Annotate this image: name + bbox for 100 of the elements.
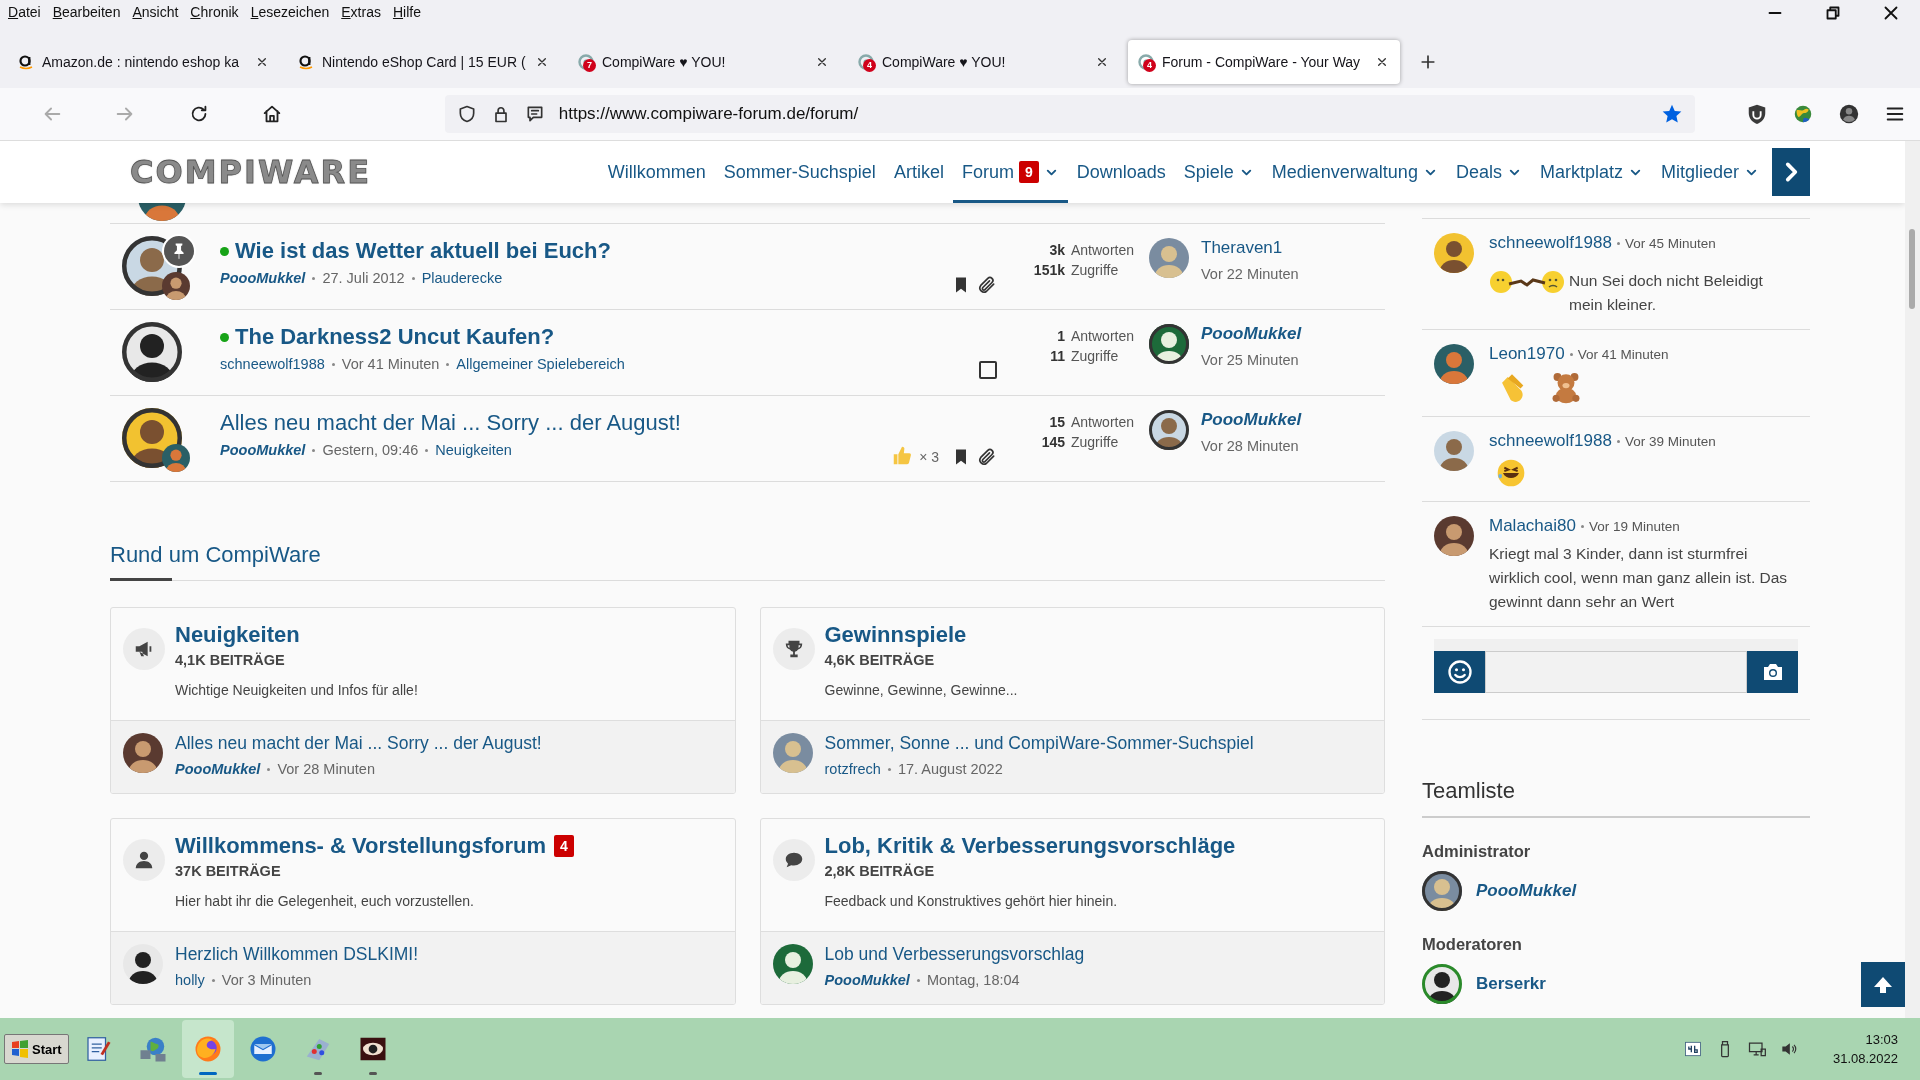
avatar[interactable]	[1434, 344, 1474, 384]
nav-label: Sommer-Suchspiel	[723, 161, 876, 183]
username-link[interactable]: Malachai80	[1489, 516, 1576, 536]
nav-tab[interactable]: Spiele	[1174, 141, 1263, 203]
post-count: 4,6K BEITRÄGE	[824, 652, 936, 668]
username-link[interactable]: PoooMukkel	[1201, 324, 1302, 344]
username-link[interactable]: holly	[175, 972, 205, 988]
browser-tab[interactable]: 4 Forum - CompiWare - Your Way	[1128, 40, 1400, 84]
thread-title[interactable]: Wie ist das Wetter aktuell bei Euch?	[235, 238, 611, 264]
avatar[interactable]	[1422, 871, 1462, 911]
view-count: 151k	[1032, 262, 1065, 278]
avatar[interactable]	[1422, 964, 1462, 1004]
username-link[interactable]: Theraven1	[1201, 238, 1299, 258]
nav-tab[interactable]: Sommer-Suchspiel	[714, 141, 885, 203]
tab-title: Nintendo eShop Card | 15 EUR (	[322, 54, 526, 70]
menu-item[interactable]: Datei	[2, 4, 47, 20]
nav-label: Artikel	[893, 161, 944, 183]
nav-tab[interactable]: Artikel	[884, 141, 953, 203]
avatar[interactable]	[1434, 516, 1474, 556]
stat-label: Zugriffe	[1071, 262, 1120, 278]
menu-item[interactable]: Chronik	[184, 4, 245, 20]
username-link[interactable]: PoooMukkel	[220, 442, 306, 458]
clock-time[interactable]: 13:03	[1865, 1032, 1898, 1047]
profile-icon[interactable]	[1837, 103, 1860, 125]
forum-link[interactable]: Plauderecke	[421, 270, 503, 286]
nav-tab[interactable]: Mitglieder	[1651, 141, 1768, 203]
avatar[interactable]	[123, 944, 163, 984]
nav-tab[interactable]: Willkommen	[598, 141, 715, 203]
post-count: 37K BEITRÄGE	[175, 863, 282, 879]
select-checkbox[interactable]	[979, 361, 997, 379]
avatar[interactable]	[123, 733, 163, 773]
menu-item[interactable]: Bearbeiten	[46, 4, 127, 20]
reply-count: 15	[1048, 414, 1065, 430]
username-link[interactable]: schneewolf1988	[220, 356, 325, 372]
avatar[interactable]	[1149, 410, 1189, 450]
username-link[interactable]: PoooMukkel	[1201, 410, 1302, 430]
menu-item[interactable]: Ansicht	[126, 4, 185, 20]
latest-post-link[interactable]: Sommer, Sonne ... und CompiWare-Sommer-Suchspiel	[824, 733, 1254, 753]
forum-link[interactable]: Allgemeiner Spielebereich	[456, 356, 625, 372]
post-time: Montag, 18:04	[926, 972, 1020, 988]
username-link[interactable]: Leon1970	[1489, 344, 1565, 364]
forum-title[interactable]: Neuigkeiten	[175, 622, 300, 648]
menu-item[interactable]: Extras	[335, 4, 387, 20]
menu-item[interactable]: Hilfe	[386, 4, 427, 20]
address-bar[interactable]: https://www.compiware-forum.de/forum/	[444, 95, 1695, 133]
post-time: Vor 28 Minuten	[277, 761, 375, 777]
latest-post-link[interactable]: Alles neu macht der Mai ... Sorry ... der August!	[175, 733, 542, 753]
thread-title[interactable]: Alles neu macht der Mai ... Sorry ... der August!	[220, 410, 681, 436]
avatar[interactable]	[122, 408, 182, 468]
avatar[interactable]	[162, 444, 190, 472]
keyboard-layout-icon[interactable]	[1682, 1039, 1703, 1059]
nav-tab[interactable]: Deals	[1446, 141, 1531, 203]
latest-post-link[interactable]: Lob und Verbesserungsvorschlag	[824, 944, 1085, 964]
avatar[interactable]	[122, 322, 182, 382]
scroll-right-button[interactable]	[1772, 148, 1810, 196]
emoji-button[interactable]	[1434, 651, 1485, 693]
forum-link[interactable]: Neuigkeiten	[435, 442, 512, 458]
username-link[interactable]: rotzfrech	[824, 761, 881, 777]
latest-post-link[interactable]: Herzlich Willkommen DSLKIMI!	[175, 944, 419, 964]
message-field[interactable]	[1485, 651, 1747, 693]
nav-tab[interactable]: Marktplatz	[1530, 141, 1652, 203]
nav-label: Downloads	[1076, 161, 1166, 183]
username-link[interactable]: PoooMukkel	[220, 270, 306, 286]
stat-label: Antworten	[1071, 328, 1136, 344]
username-link[interactable]: Berserkr	[1476, 974, 1546, 994]
forum-title[interactable]: Gewinnspiele	[824, 622, 967, 648]
menu-item[interactable]: Lesezeichen	[244, 4, 336, 20]
username-link[interactable]: PoooMukkel	[175, 761, 261, 777]
laughing-face-icon	[1495, 457, 1527, 489]
browser-tab[interactable]: Amazon.de : nintendo eshop ka	[8, 40, 280, 84]
scroll-to-top-button[interactable]	[1861, 962, 1905, 1007]
forum-title[interactable]: Lob, Kritik & Verbesserungsvorschläge	[824, 833, 1236, 859]
image-upload-button[interactable]	[1747, 651, 1798, 693]
username-link[interactable]: PoooMukkel	[1476, 881, 1577, 901]
start-button[interactable]: Start	[4, 1034, 69, 1064]
nav-tab[interactable]: Forum 9	[952, 141, 1068, 203]
view-count: 145	[1040, 434, 1065, 450]
username-link[interactable]: schneewolf1988	[1489, 431, 1612, 451]
nav-tab[interactable]: Downloads	[1067, 141, 1175, 203]
forum-title[interactable]: Willkommens- & Vorstellungsforum	[175, 833, 546, 859]
thread-title[interactable]: The Darkness2 Uncut Kaufen?	[235, 324, 555, 350]
scrollbar[interactable]	[1905, 141, 1920, 1018]
tab-title: CompiWare ♥ YOU!	[882, 54, 1007, 70]
stat-label: Zugriffe	[1071, 434, 1120, 450]
avatar[interactable]	[162, 272, 190, 300]
browser-tab[interactable]: 7 CompiWare ♥ YOU!	[568, 40, 840, 84]
sidebar-heading: Teamliste	[1422, 778, 1810, 818]
browser-tab[interactable]: Nintendo eShop Card | 15 EUR (	[288, 40, 560, 84]
reply-count: 3k	[1048, 242, 1065, 258]
username-link[interactable]: schneewolf1988	[1489, 233, 1612, 253]
browser-tab[interactable]: 4 CompiWare ♥ YOU!	[848, 40, 1120, 84]
nav-tab[interactable]: Medienverwaltung	[1262, 141, 1447, 203]
avatar[interactable]	[1434, 233, 1474, 273]
avatar[interactable]	[1149, 324, 1189, 364]
username-link[interactable]: PoooMukkel	[824, 972, 910, 988]
like-count: × 3	[919, 449, 939, 467]
group-label: Moderatoren	[1422, 935, 1523, 954]
url-text: https://www.compiware-forum.de/forum/	[558, 104, 860, 124]
reply-count: 1	[1056, 328, 1065, 344]
clock-date[interactable]: 31.08.2022	[1832, 1051, 1898, 1066]
